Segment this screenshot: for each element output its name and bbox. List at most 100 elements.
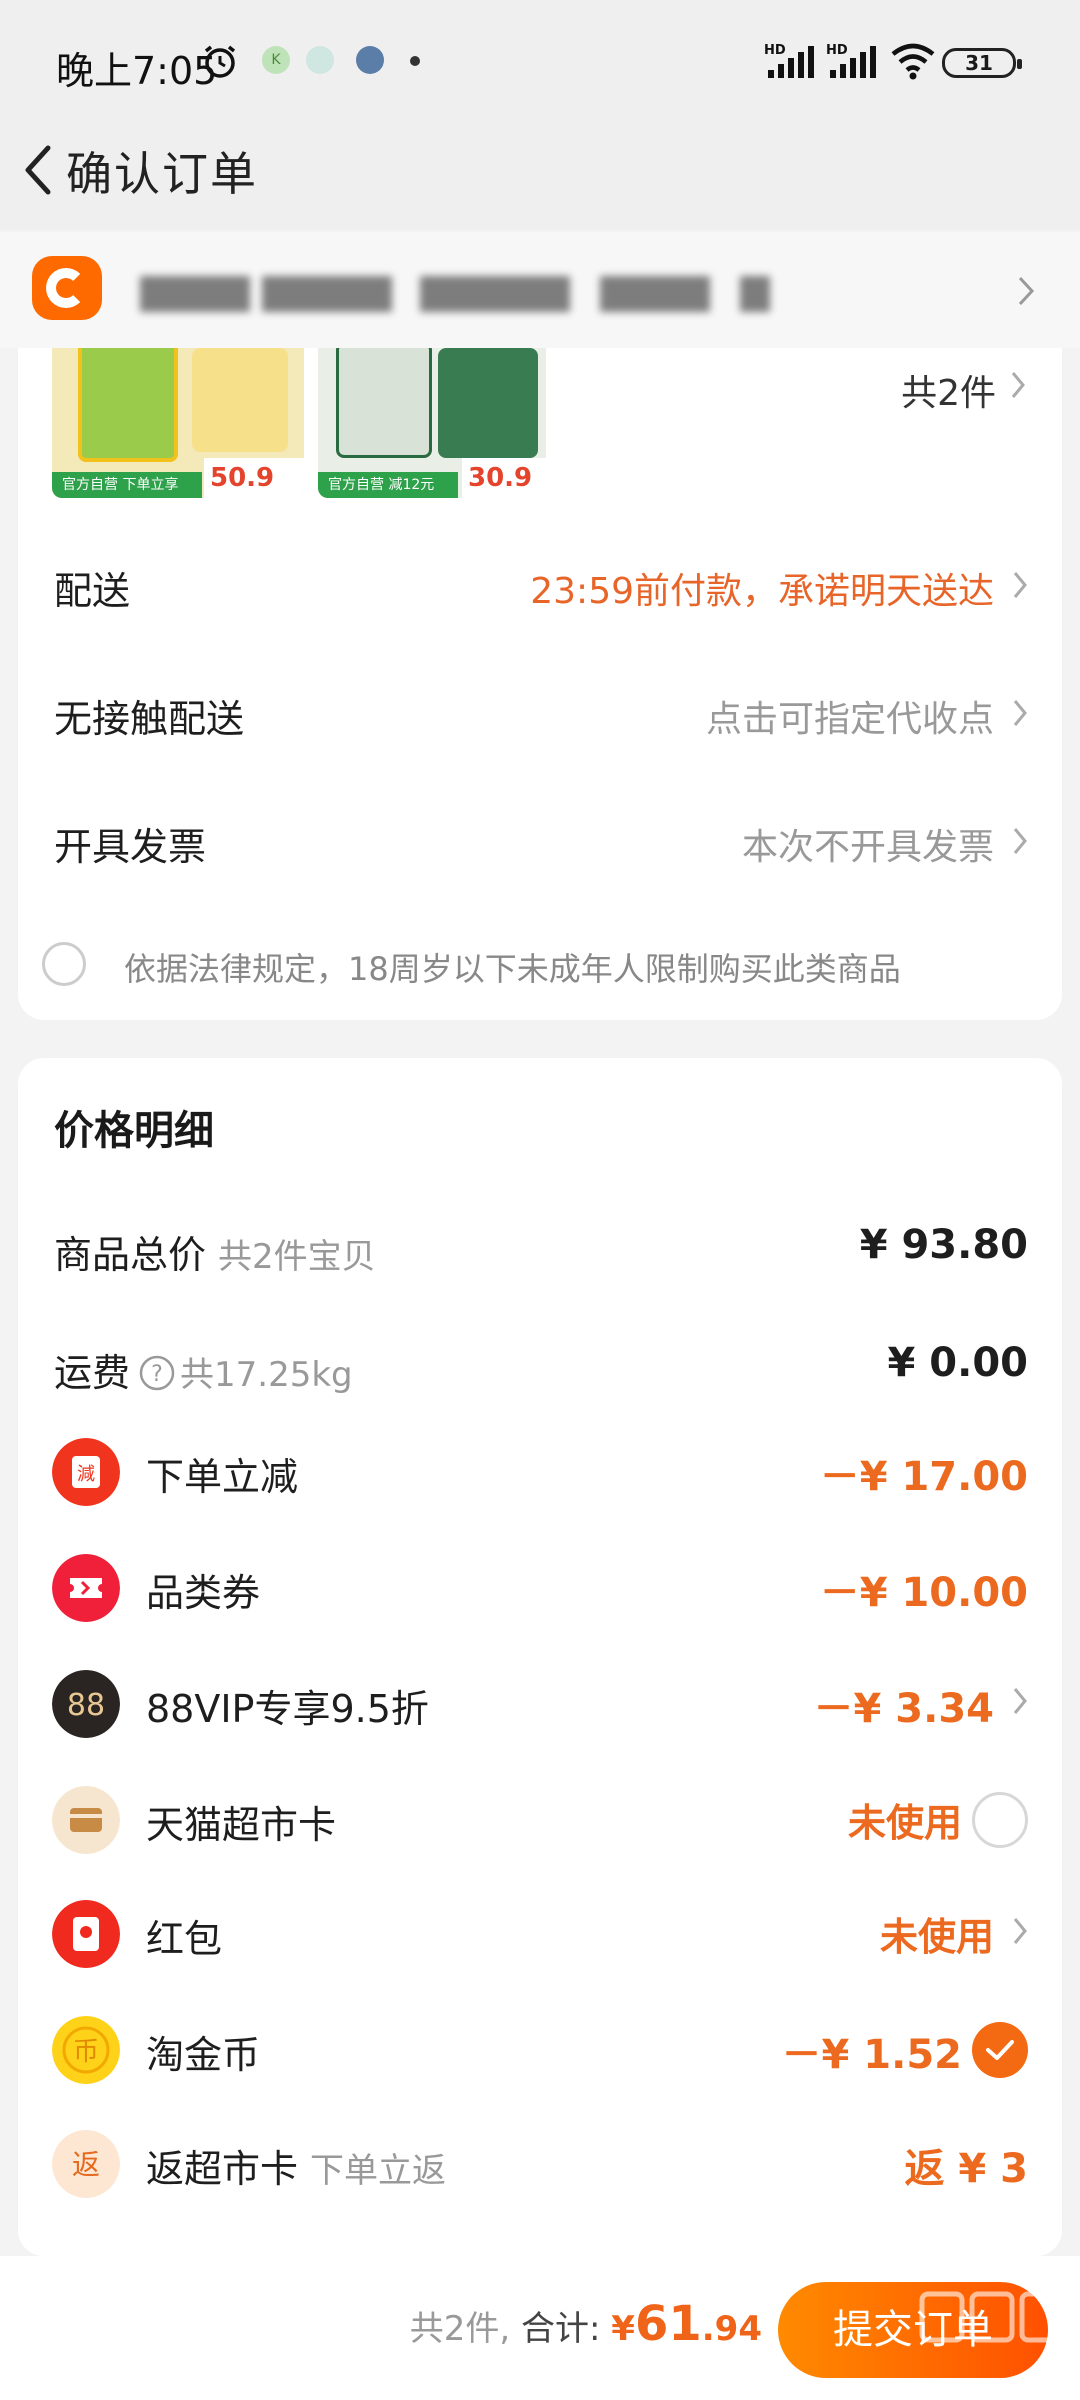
vip-discount-value: －¥ 3.34 xyxy=(813,1686,994,1732)
contactless-delivery-value: 点击可指定代收点 xyxy=(705,699,994,740)
card-icon xyxy=(52,1786,120,1854)
goods-total-sub: 共2件宝贝 xyxy=(218,1237,376,1277)
chevron-right-icon xyxy=(1013,700,1027,726)
product-price: 30.9 xyxy=(462,458,546,498)
chevron-right-icon xyxy=(1018,276,1035,306)
chevron-right-icon xyxy=(1013,572,1027,598)
tmall-card-checkbox[interactable] xyxy=(972,1792,1028,1848)
gold-coin-icon: 币 xyxy=(52,2016,120,2084)
app-notification-icon xyxy=(356,46,384,74)
product-image xyxy=(192,348,288,452)
age-notice: 依据法律规定，18周岁以下未成年人限制购买此类商品 xyxy=(30,932,1050,992)
rebate-icon: 返 xyxy=(52,2130,120,2198)
help-icon[interactable]: ? xyxy=(138,1354,176,1392)
red-packet-row[interactable]: 红包 未使用 xyxy=(18,1888,1062,1978)
88vip-icon: 88 xyxy=(52,1670,120,1738)
signal-icon: HD xyxy=(826,43,876,78)
svg-text:HD: HD xyxy=(826,43,848,58)
order-total: 共2件, 合计: ¥61.94 xyxy=(410,2296,762,2352)
status-bar: 晚上7:05 K HD HD 31 xyxy=(0,0,1080,120)
chevron-right-icon xyxy=(1013,828,1027,854)
chevron-right-icon xyxy=(1013,1918,1027,1944)
svg-text:?: ? xyxy=(151,1362,163,1387)
signal-icon: HD xyxy=(764,43,814,78)
red-packet-value: 未使用 xyxy=(879,1915,994,1959)
watermark-logo xyxy=(919,2291,1065,2343)
red-packet-icon xyxy=(52,1900,120,1968)
chevron-right-icon xyxy=(1011,372,1025,398)
svg-text:88: 88 xyxy=(67,1688,105,1723)
category-coupon-row: 品类券 －¥ 10.00 xyxy=(18,1542,1062,1632)
rebate-card-row: 返 返超市卡 下单立返 返 ¥ 3 xyxy=(18,2118,1062,2208)
shop-header[interactable] xyxy=(0,232,1080,348)
app-notification-icon xyxy=(306,46,334,74)
battery-indicator: 31 xyxy=(942,48,1022,78)
product-price: 50.9 xyxy=(204,458,304,498)
shipping-label: 运费 xyxy=(54,1351,131,1395)
shop-logo-icon xyxy=(32,256,102,320)
shipping-weight: 共17.25kg xyxy=(180,1355,353,1395)
taojinbi-row[interactable]: 币 淘金币 －¥ 1.52 xyxy=(18,2004,1062,2094)
app-notification-icon: K xyxy=(262,46,290,74)
total-amount-integer: 61 xyxy=(634,2296,702,2352)
tmall-card-label: 天猫超市卡 xyxy=(146,1803,337,1847)
shop-name-redacted xyxy=(600,276,710,312)
svg-text:減: 減 xyxy=(77,1464,95,1485)
shop-name-redacted xyxy=(262,276,392,312)
product-thumbnail[interactable]: 官方自营 下单立享 50.9 xyxy=(52,348,304,498)
total-label: 合计: xyxy=(521,2309,601,2349)
total-item-count: 共2件, xyxy=(409,2309,511,2349)
product-image xyxy=(336,348,432,458)
invoice-row[interactable]: 开具发票 本次不开具发票 xyxy=(18,800,1062,880)
back-arrow-icon[interactable] xyxy=(14,134,66,206)
product-tag: 官方自营 下单立享 xyxy=(52,472,202,498)
delivery-row[interactable]: 配送 23:59前付款，承诺明天送达 xyxy=(18,544,1062,624)
more-notifications-dot xyxy=(410,56,420,66)
checkmark-icon xyxy=(986,2040,1014,2060)
total-amount-decimal: .94 xyxy=(701,2309,762,2349)
rebate-card-value: 返 ¥ 3 xyxy=(904,2146,1028,2192)
svg-text:HD: HD xyxy=(764,43,786,58)
age-confirm-radio[interactable] xyxy=(42,942,86,986)
shipping-value: ¥ 0.00 xyxy=(887,1340,1028,1386)
product-tag: 官方自营 减12元 xyxy=(318,472,458,498)
category-coupon-value: －¥ 10.00 xyxy=(819,1570,1028,1616)
invoice-label: 开具发票 xyxy=(54,825,207,869)
goods-total-row: 商品总价 共2件宝贝 ¥ 93.80 xyxy=(18,1204,1062,1294)
category-coupon-label: 品类券 xyxy=(146,1571,261,1615)
tmall-card-row[interactable]: 天猫超市卡 未使用 xyxy=(18,1774,1062,1864)
svg-text:币: 币 xyxy=(73,2037,99,2067)
delivery-value: 23:59前付款，承诺明天送达 xyxy=(530,571,994,612)
rebate-card-label: 返超市卡 xyxy=(146,2147,299,2191)
chevron-right-icon xyxy=(1013,1688,1027,1714)
contactless-delivery-row[interactable]: 无接触配送 点击可指定代收点 xyxy=(18,672,1062,752)
alarm-icon xyxy=(204,45,236,78)
product-image xyxy=(438,348,538,458)
shop-name-redacted xyxy=(140,276,250,312)
checkout-bar: 共2件, 合计: ¥61.94 提交订单 xyxy=(0,2256,1080,2400)
taojinbi-label: 淘金币 xyxy=(146,2033,261,2077)
taojinbi-value: －¥ 1.52 xyxy=(781,2032,962,2078)
price-detail-title: 价格明细 xyxy=(54,1108,214,1154)
coupon-icon xyxy=(52,1554,120,1622)
product-image xyxy=(78,348,178,462)
vip-discount-label: 88VIP专享9.5折 xyxy=(146,1687,429,1731)
item-count[interactable]: 共2件 xyxy=(901,364,996,416)
order-card: 官方自营 下单立享 50.9 官方自营 减12元 30.9 共2件 配送 23:… xyxy=(18,348,1062,1020)
total-currency: ¥ xyxy=(611,2309,635,2349)
svg-text:返: 返 xyxy=(72,2148,100,2181)
taojinbi-checkbox-checked[interactable] xyxy=(972,2022,1028,2078)
price-detail-card: 价格明细 商品总价 共2件宝贝 ¥ 93.80 运费? 共17.25kg ¥ 0.0… xyxy=(18,1058,1062,2256)
invoice-value: 本次不开具发票 xyxy=(741,827,994,868)
instant-discount-label: 下单立减 xyxy=(146,1455,299,1499)
instant-discount-row: 減 下单立减 －¥ 17.00 xyxy=(18,1426,1062,1516)
tmall-card-value: 未使用 xyxy=(847,1801,962,1845)
page-title: 确认订单 xyxy=(66,147,258,201)
product-thumbnail[interactable]: 官方自营 减12元 30.9 xyxy=(318,348,546,498)
instant-discount-icon: 減 xyxy=(52,1438,120,1506)
contactless-delivery-label: 无接触配送 xyxy=(54,697,245,741)
delivery-label: 配送 xyxy=(54,569,131,613)
vip-discount-row[interactable]: 88 88VIP专享9.5折 －¥ 3.34 xyxy=(18,1658,1062,1748)
red-packet-label: 红包 xyxy=(146,1917,223,1961)
age-notice-text: 依据法律规定，18周岁以下未成年人限制购买此类商品 xyxy=(124,950,901,988)
